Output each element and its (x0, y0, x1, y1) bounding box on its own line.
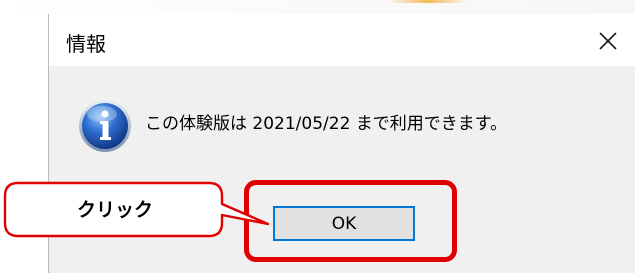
callout-bubble (3, 181, 270, 238)
screenshot-stage: 情報 この体験版は 2021/05/22 まで利用できます。 OK クリック (0, 0, 635, 273)
callout-text: クリック (76, 199, 153, 221)
